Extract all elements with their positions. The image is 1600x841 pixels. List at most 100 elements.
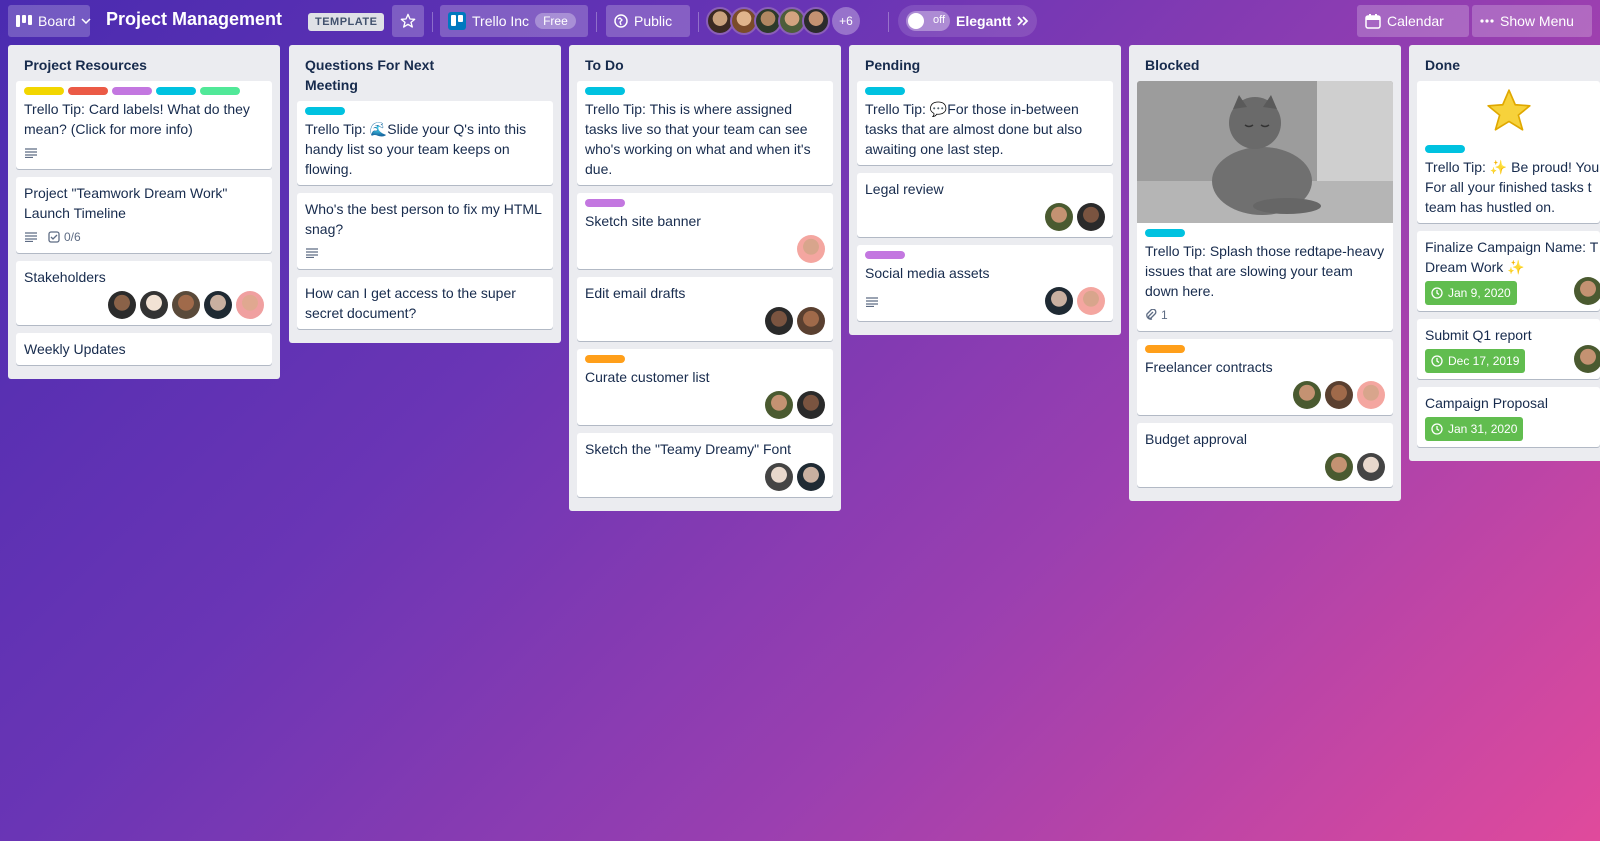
member-avatar[interactable] (1077, 287, 1105, 315)
board-view-label: Board (38, 13, 76, 29)
card-members (1145, 453, 1385, 481)
more-horizontal-icon (1480, 19, 1494, 23)
card[interactable]: Curate customer list (577, 349, 833, 425)
card[interactable]: Project "Teamwork Dream Work" Launch Tim… (16, 177, 272, 253)
card[interactable]: Trello Tip: ✨ Be proud! You For all your… (1417, 81, 1600, 223)
card-members (585, 235, 825, 263)
card-badges (305, 243, 545, 263)
visibility-button[interactable]: Public (606, 5, 690, 37)
list-title[interactable]: Blocked (1137, 45, 1393, 81)
list-to-do: To Do Trello Tip: This is where assigned… (569, 45, 841, 511)
label-purple[interactable] (112, 87, 152, 95)
member-avatar[interactable] (204, 291, 232, 319)
card-labels (865, 87, 1105, 95)
card[interactable]: Sketch site banner (577, 193, 833, 269)
member-avatar[interactable] (1325, 453, 1353, 481)
card-members (24, 291, 264, 319)
card-title: Submit Q1 report (1425, 327, 1532, 343)
label-sky[interactable] (1145, 229, 1185, 237)
more-members-button[interactable]: +6 (832, 7, 860, 35)
card[interactable]: Trello Tip: This is where assigned tasks… (577, 81, 833, 185)
card[interactable]: Sketch the "Teamy Dreamy" Font (577, 433, 833, 497)
card[interactable]: Legal review (857, 173, 1113, 237)
card-title: Who's the best person to fix my HTML sna… (305, 201, 542, 237)
member-avatar[interactable] (797, 391, 825, 419)
member-avatar[interactable] (1045, 287, 1073, 315)
member-avatar[interactable] (797, 307, 825, 335)
card[interactable]: Submit Q1 report Dec 17, 2019 (1417, 319, 1600, 379)
board-view-button[interactable]: Board (8, 5, 91, 37)
header-divider (432, 12, 433, 32)
card[interactable]: Stakeholders (16, 261, 272, 325)
due-date-badge[interactable]: Jan 31, 2020 (1425, 417, 1524, 441)
label-lime[interactable] (200, 87, 240, 95)
list-title[interactable]: Done (1417, 45, 1600, 81)
list-title[interactable]: Questions For Next Meeting (297, 45, 553, 101)
elegantt-toggle-group[interactable]: off Elegantt (898, 5, 1038, 37)
label-sky[interactable] (305, 107, 345, 115)
list-title[interactable]: Pending (857, 45, 1113, 81)
label-purple[interactable] (585, 199, 625, 207)
card[interactable]: Who's the best person to fix my HTML sna… (297, 193, 553, 269)
clock-icon (1431, 423, 1443, 435)
card[interactable]: Trello Tip: 💬For those in-between tasks … (857, 81, 1113, 165)
member-avatar[interactable] (1357, 381, 1385, 409)
elegantt-toggle[interactable]: off (906, 11, 950, 31)
board-title[interactable]: Project Management (106, 9, 282, 30)
card[interactable]: Weekly Updates (16, 333, 272, 365)
label-purple[interactable] (865, 251, 905, 259)
list-title[interactable]: To Do (577, 45, 833, 81)
card[interactable]: Social media assets (857, 245, 1113, 321)
label-sky[interactable] (865, 87, 905, 95)
card[interactable]: Edit email drafts (577, 277, 833, 341)
member-avatar[interactable] (1077, 203, 1105, 231)
star-icon (400, 13, 416, 29)
member-avatar[interactable] (797, 463, 825, 491)
member-avatar[interactable] (1293, 381, 1321, 409)
card-title: Stakeholders (24, 269, 106, 285)
label-orange[interactable] (585, 355, 625, 363)
member-avatar[interactable] (765, 307, 793, 335)
label-sky[interactable] (156, 87, 196, 95)
label-orange[interactable] (1145, 345, 1185, 353)
due-date-badge[interactable]: Jan 9, 2020 (1425, 281, 1517, 305)
list-done: Done Trello Tip: ✨ Be proud! You For all… (1409, 45, 1600, 461)
card-badges: 1 (1145, 305, 1385, 325)
member-avatar[interactable] (1357, 453, 1385, 481)
label-yellow[interactable] (24, 87, 64, 95)
card[interactable]: Freelancer contracts (1137, 339, 1393, 415)
member-avatar[interactable] (765, 463, 793, 491)
member-avatar[interactable] (236, 291, 264, 319)
label-red[interactable] (68, 87, 108, 95)
star-button[interactable] (392, 5, 424, 37)
member-avatar[interactable] (797, 235, 825, 263)
calendar-button[interactable]: Calendar (1357, 5, 1469, 37)
card[interactable]: Trello Tip: Card labels! What do they me… (16, 81, 272, 169)
card-title: Trello Tip: This is where assigned tasks… (585, 101, 811, 177)
show-menu-button[interactable]: Show Menu (1472, 5, 1592, 37)
list-title[interactable]: Project Resources (16, 45, 272, 81)
card-labels (24, 87, 264, 95)
card-members (1145, 381, 1385, 409)
member-avatar[interactable] (1574, 345, 1600, 373)
elegantt-label: Elegantt (956, 13, 1012, 29)
member-avatar[interactable] (1574, 277, 1600, 305)
card[interactable]: Campaign Proposal Jan 31, 2020 (1417, 387, 1600, 447)
member-avatar[interactable] (108, 291, 136, 319)
member-avatar[interactable] (1325, 381, 1353, 409)
card[interactable]: Trello Tip: 🌊Slide your Q's into this ha… (297, 101, 553, 185)
member-avatar[interactable] (172, 291, 200, 319)
card[interactable]: Trello Tip: Splash those redtape-heavy i… (1137, 81, 1393, 331)
header-divider (698, 12, 699, 32)
due-date-badge[interactable]: Dec 17, 2019 (1425, 349, 1526, 373)
member-avatar[interactable] (140, 291, 168, 319)
card[interactable]: Budget approval (1137, 423, 1393, 487)
label-sky[interactable] (585, 87, 625, 95)
label-sky[interactable] (1425, 145, 1465, 153)
member-avatar[interactable] (765, 391, 793, 419)
member-avatar[interactable] (802, 7, 830, 35)
member-avatar[interactable] (1045, 203, 1073, 231)
workspace-button[interactable]: Trello Inc Free (440, 5, 588, 37)
card[interactable]: How can I get access to the super secret… (297, 277, 553, 329)
card[interactable]: Finalize Campaign Name: T Dream Work ✨ J… (1417, 231, 1600, 311)
